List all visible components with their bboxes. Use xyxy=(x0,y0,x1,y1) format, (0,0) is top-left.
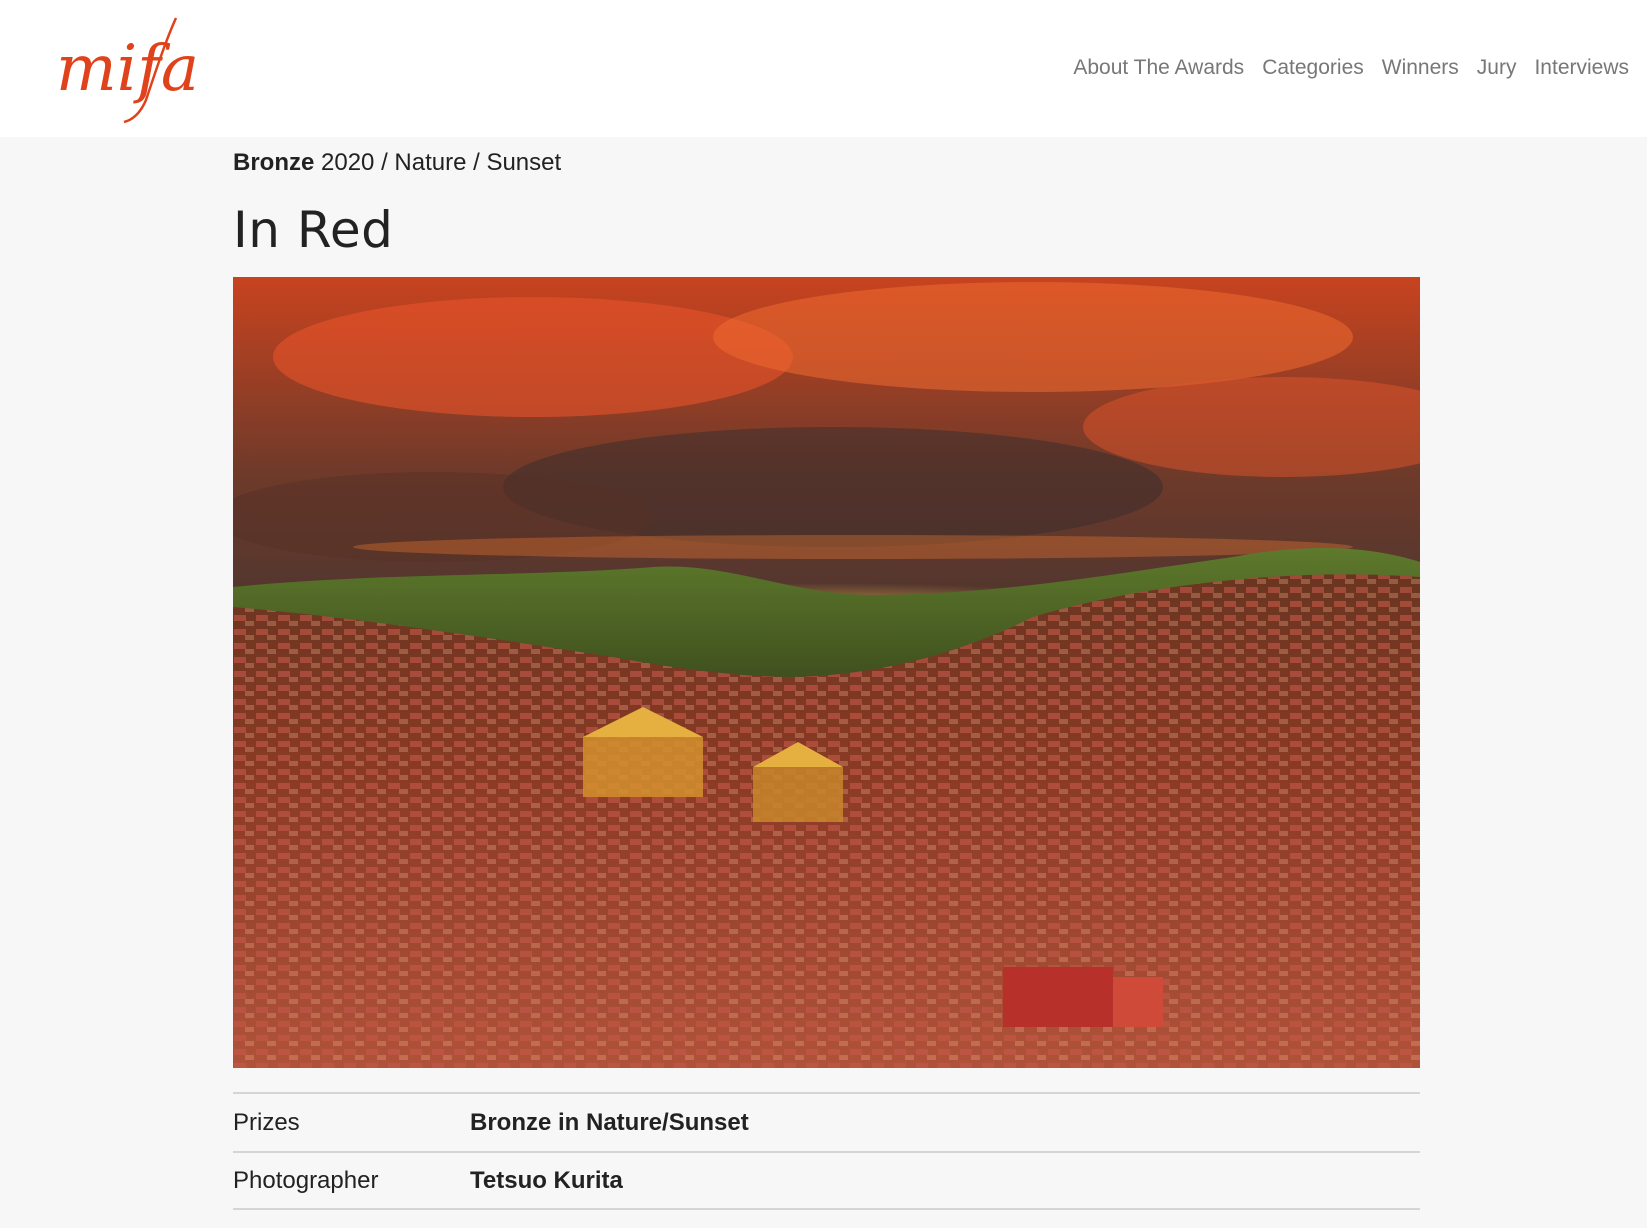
nav-about-the-awards[interactable]: About The Awards xyxy=(1073,56,1244,80)
details-row-photographer: Photographer Tetsuo Kurita xyxy=(233,1151,1420,1210)
breadcrumb: Bronze 2020 / Nature / Sunset xyxy=(233,149,1420,177)
nav-interviews[interactable]: Interviews xyxy=(1534,56,1629,80)
details-label-prizes: Prizes xyxy=(233,1108,300,1136)
details-row-prizes: Prizes Bronze in Nature/Sunset xyxy=(233,1092,1420,1151)
details-label-photographer: Photographer xyxy=(233,1166,379,1194)
breadcrumb-prize: Bronze xyxy=(233,149,315,176)
main-nav: About The Awards Categories Winners Jury… xyxy=(1073,56,1629,80)
breadcrumb-path: 2020 / Nature / Sunset xyxy=(314,149,562,176)
details-value-photographer[interactable]: Tetsuo Kurita xyxy=(470,1167,623,1195)
award-photo xyxy=(233,277,1420,1068)
mifa-logo[interactable]: mifa xyxy=(54,10,234,125)
details-value-prizes: Bronze in Nature/Sunset xyxy=(470,1108,749,1136)
main-content: Bronze 2020 / Nature / Sunset In Red Pri… xyxy=(233,137,1420,1210)
details-table: Prizes Bronze in Nature/Sunset Photograp… xyxy=(233,1092,1420,1210)
page-title: In Red xyxy=(233,201,394,259)
nav-categories[interactable]: Categories xyxy=(1262,56,1364,80)
site-header: mifa About The Awards Categories Winners… xyxy=(0,0,1647,137)
svg-text:mifa: mifa xyxy=(56,32,199,106)
nav-winners[interactable]: Winners xyxy=(1382,56,1459,80)
nav-jury[interactable]: Jury xyxy=(1477,56,1517,80)
